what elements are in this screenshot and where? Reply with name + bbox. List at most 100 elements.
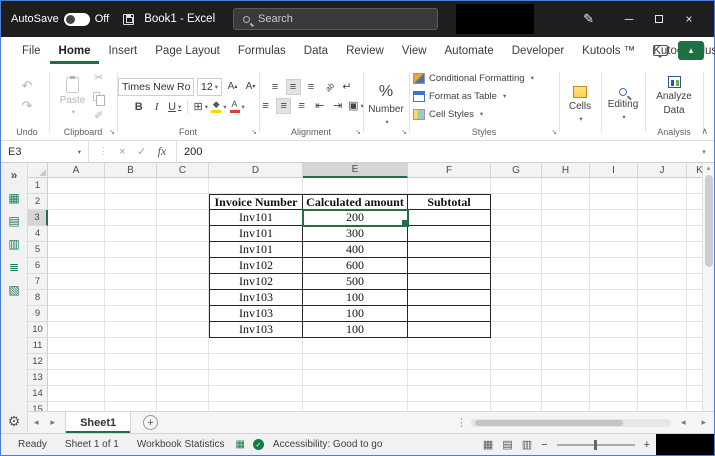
cell-A3[interactable] (48, 210, 105, 226)
cell-I10[interactable] (590, 322, 638, 338)
cell-D9[interactable]: Inv103 (209, 306, 303, 322)
align-right-icon[interactable]: ≡ (294, 98, 309, 114)
cell-G10[interactable] (491, 322, 542, 338)
cell-G6[interactable] (491, 258, 542, 274)
close-button[interactable]: × (674, 1, 704, 37)
ribbon-tab-kutools[interactable]: Kutools ™ (573, 37, 644, 64)
cell-I9[interactable] (590, 306, 638, 322)
share-button[interactable]: ▴ (678, 41, 704, 60)
cell-I14[interactable] (590, 386, 638, 402)
row-header-11[interactable]: 11 (28, 338, 48, 354)
cell-I13[interactable] (590, 370, 638, 386)
cell-H11[interactable] (542, 338, 590, 354)
conditional-formatting-button[interactable]: Conditional Formatting ▾ (413, 70, 534, 87)
cell-C11[interactable] (157, 338, 209, 354)
column-header-H[interactable]: H (542, 163, 590, 178)
column-header-E[interactable]: E (303, 163, 408, 178)
ribbon-tab-review[interactable]: Review (337, 37, 393, 64)
cell-I15[interactable] (590, 402, 638, 411)
expand-formula-bar-icon[interactable]: ▾ (694, 141, 714, 162)
zoom-slider-thumb[interactable] (593, 439, 597, 450)
scroll-left-icon[interactable]: ◂ (675, 417, 692, 428)
horizontal-scroll-thumb[interactable] (474, 419, 623, 426)
cell-F9[interactable] (408, 306, 491, 322)
cell-A7[interactable] (48, 274, 105, 290)
cell-J4[interactable] (638, 226, 687, 242)
cell-B3[interactable] (105, 210, 157, 226)
cell-J10[interactable] (638, 322, 687, 338)
cell-I1[interactable] (590, 178, 638, 194)
cell-C12[interactable] (157, 354, 209, 370)
cell-I7[interactable] (590, 274, 638, 290)
ribbon-tab-home[interactable]: Home (50, 37, 100, 64)
cell-B12[interactable] (105, 354, 157, 370)
ribbon-tab-formulas[interactable]: Formulas (229, 37, 295, 64)
cell-H1[interactable] (542, 178, 590, 194)
cell-E8[interactable]: 100 (303, 290, 408, 306)
ribbon-tab-file[interactable]: File (13, 37, 50, 64)
cell-B4[interactable] (105, 226, 157, 242)
cell-F2[interactable]: Subtotal (408, 194, 491, 210)
comments-icon[interactable] (653, 45, 668, 58)
ribbon-tab-view[interactable]: View (393, 37, 436, 64)
sheet-nav-right-icon[interactable]: ▸ (45, 412, 62, 433)
cell-D1[interactable] (209, 178, 303, 194)
cell-B7[interactable] (105, 274, 157, 290)
cell-A1[interactable] (48, 178, 105, 194)
cell-D14[interactable] (209, 386, 303, 402)
scroll-right-icon[interactable]: ▸ (695, 417, 712, 428)
cell-G7[interactable] (491, 274, 542, 290)
copy-button[interactable]: ▾ (91, 88, 106, 106)
cell-C15[interactable] (157, 402, 209, 411)
column-header-A[interactable]: A (48, 163, 105, 178)
cell-I4[interactable] (590, 226, 638, 242)
cell-I6[interactable] (590, 258, 638, 274)
row-header-5[interactable]: 5 (28, 242, 48, 258)
name-box[interactable]: E3 ▾ (1, 141, 89, 162)
cell-J7[interactable] (638, 274, 687, 290)
cell-A14[interactable] (48, 386, 105, 402)
cell-E10[interactable]: 100 (303, 322, 408, 338)
cell-E13[interactable] (303, 370, 408, 386)
cell-E3[interactable]: 200 (302, 209, 409, 227)
page-break-view-icon[interactable]: ▥ (522, 438, 532, 451)
cell-H2[interactable] (542, 194, 590, 210)
cell-J1[interactable] (638, 178, 687, 194)
print-pane-icon[interactable]: ▥ (8, 238, 19, 250)
cell-J11[interactable] (638, 338, 687, 354)
cell-D3[interactable]: Inv101 (209, 210, 303, 226)
cell-G13[interactable] (491, 370, 542, 386)
cell-F11[interactable] (408, 338, 491, 354)
cell-A9[interactable] (48, 306, 105, 322)
cell-E5[interactable]: 400 (303, 242, 408, 258)
column-header-C[interactable]: C (157, 163, 209, 178)
cell-D13[interactable] (209, 370, 303, 386)
font-size-combobox[interactable]: 12 ▾ (197, 77, 222, 96)
font-color-button[interactable]: A ▾ (229, 99, 245, 115)
autosave-toggle[interactable]: AutoSave Off (11, 12, 109, 26)
cell-H14[interactable] (542, 386, 590, 402)
editing-button[interactable]: Editing ▾ (605, 68, 641, 140)
cell-F15[interactable] (408, 402, 491, 411)
cell-J13[interactable] (638, 370, 687, 386)
cell-H10[interactable] (542, 322, 590, 338)
column-header-I[interactable]: I (590, 163, 638, 178)
row-header-13[interactable]: 13 (28, 370, 48, 386)
cell-A5[interactable] (48, 242, 105, 258)
cell-D12[interactable] (209, 354, 303, 370)
cell-B5[interactable] (105, 242, 157, 258)
cell-C6[interactable] (157, 258, 209, 274)
cell-D7[interactable]: Inv102 (209, 274, 303, 290)
cell-G14[interactable] (491, 386, 542, 402)
middle-align-icon[interactable]: ≡ (285, 78, 301, 95)
formula-input[interactable]: 200 (177, 141, 694, 162)
cell-G4[interactable] (491, 226, 542, 242)
cell-A11[interactable] (48, 338, 105, 354)
cell-A8[interactable] (48, 290, 105, 306)
column-header-G[interactable]: G (491, 163, 542, 178)
restore-button[interactable] (644, 1, 674, 37)
row-header-8[interactable]: 8 (28, 290, 48, 306)
cell-I11[interactable] (590, 338, 638, 354)
zoom-slider[interactable] (556, 439, 635, 450)
row-header-15[interactable]: 15 (28, 402, 48, 411)
